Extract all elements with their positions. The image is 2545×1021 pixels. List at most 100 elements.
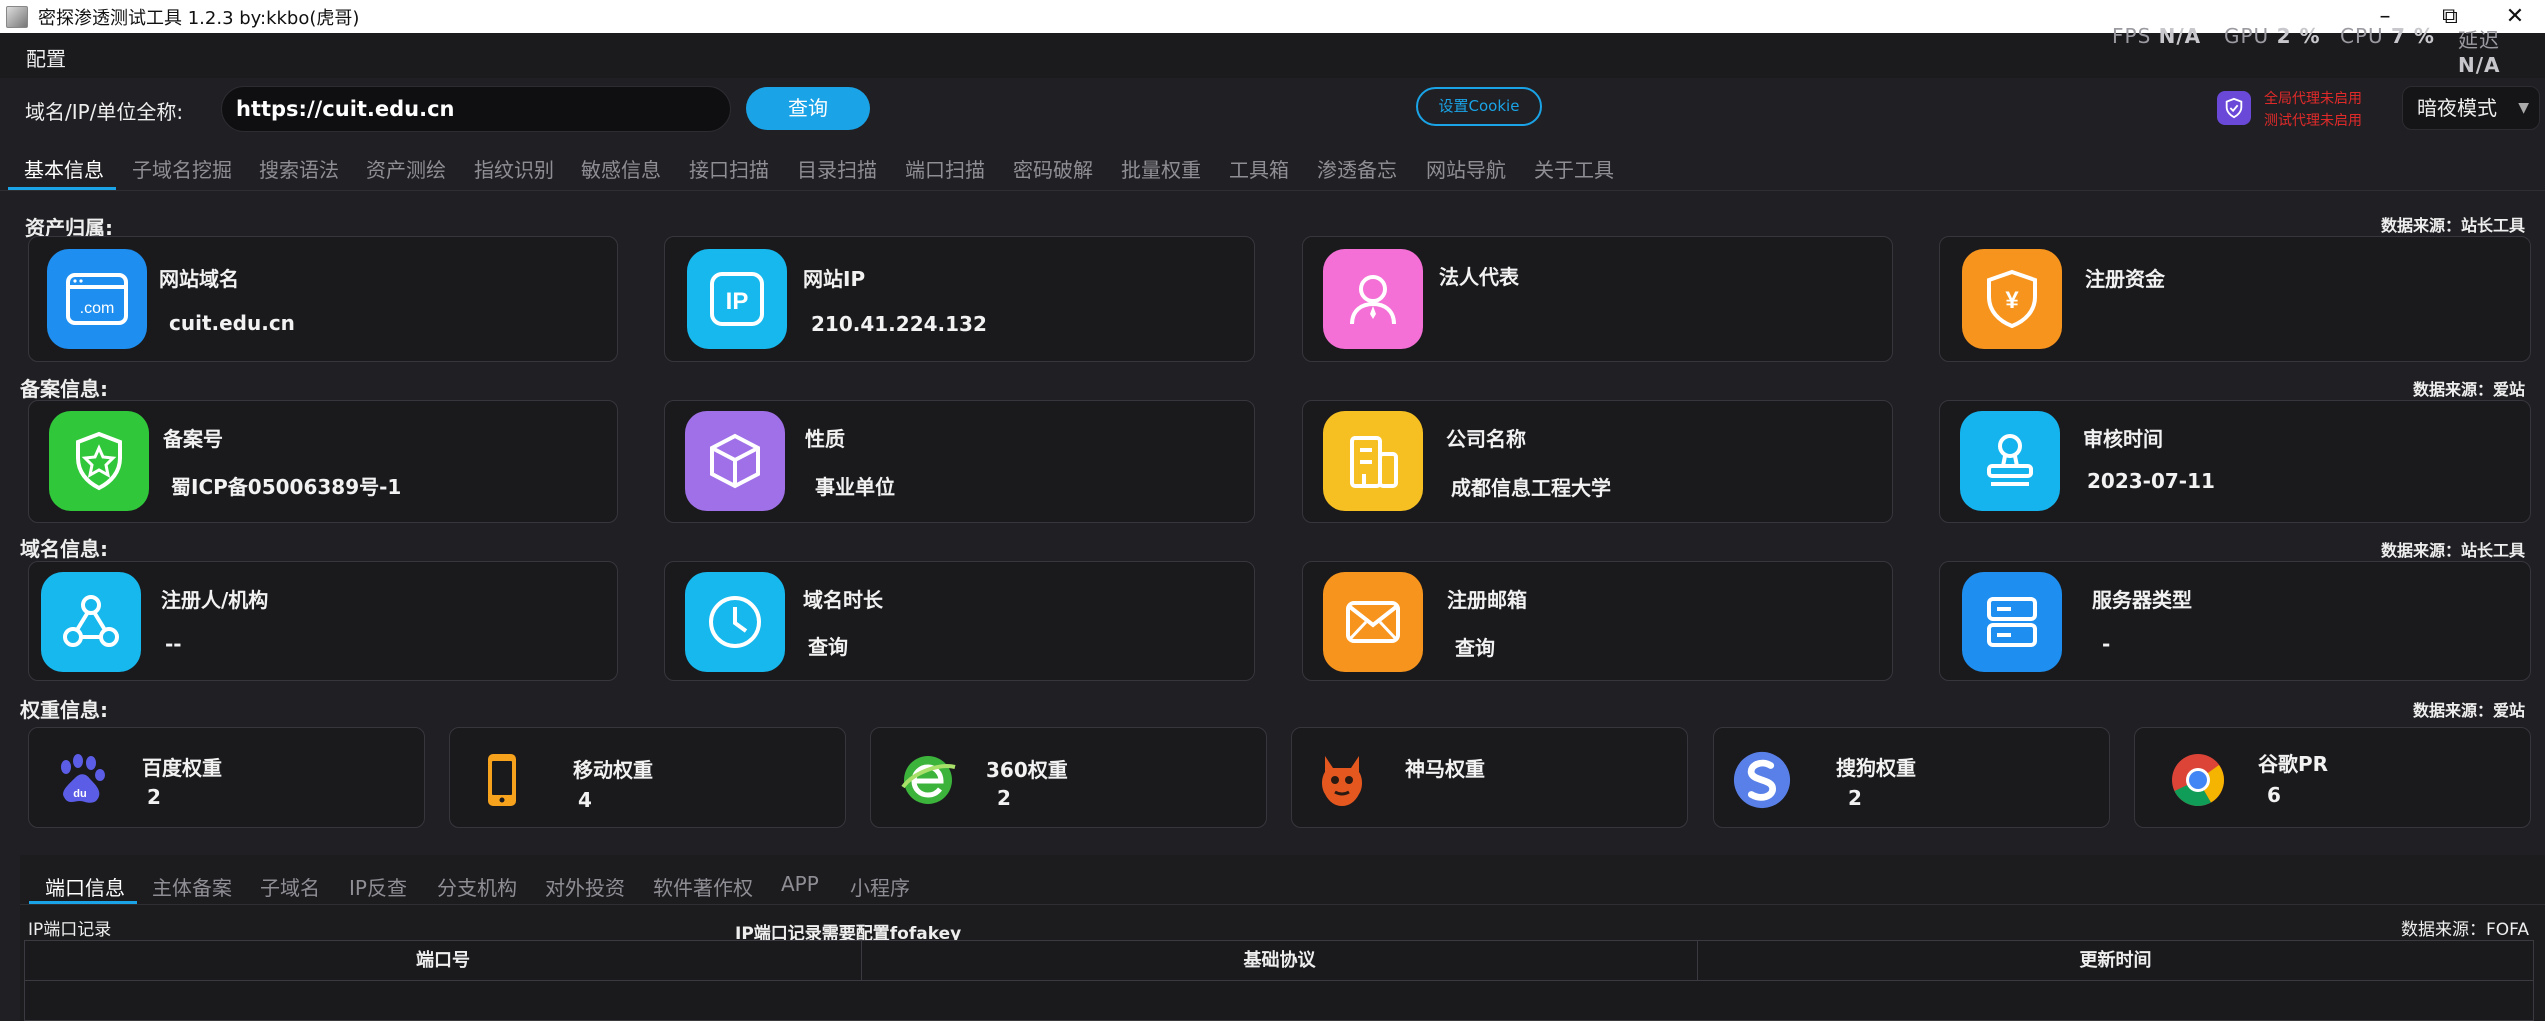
tab-asset-mapping[interactable]: 资产测绘 [366, 154, 446, 183]
tab-port-scan[interactable]: 端口扫描 [905, 154, 985, 183]
subtab-mini-program[interactable]: 小程序 [850, 872, 910, 901]
server-type-label: 服务器类型 [2092, 588, 2192, 612]
card-legal-rep: 法人代表 [1302, 236, 1893, 362]
tab-about[interactable]: 关于工具 [1534, 154, 1614, 183]
reg-capital-label: 注册资金 [2085, 267, 2165, 291]
review-time-label: 审核时间 [2083, 427, 2163, 451]
site-ip-value: 210.41.224.132 [811, 312, 987, 336]
shenma-icon [1312, 750, 1372, 810]
domain-age-label: 域名时长 [803, 588, 883, 612]
tab-basic-info[interactable]: 基本信息 [24, 154, 104, 183]
chrome-icon [2168, 750, 2228, 810]
baidu-weight-value: 2 [147, 785, 161, 809]
detail-panel: 端口信息 主体备案 子域名 IP反查 分支机构 对外投资 软件著作权 APP 小… [20, 855, 2545, 1021]
query-button[interactable]: 查询 [746, 87, 870, 130]
dotcom-icon: .com [47, 249, 147, 349]
registrant-value: -- [165, 632, 182, 656]
card-review-time: 审核时间 2023-07-11 [1939, 400, 2531, 523]
theme-mode-select[interactable]: 暗夜模式 ▼ [2402, 86, 2540, 130]
domain-section-source: 数据来源：站长工具 [2380, 541, 2525, 560]
domain-age-query-link[interactable]: 查询 [808, 631, 848, 660]
subtab-branches[interactable]: 分支机构 [437, 872, 517, 901]
weight-section-source: 数据来源：爱站 [2412, 701, 2525, 720]
main-tab-bar: 基本信息 子域名挖掘 搜索语法 资产测绘 指纹识别 敏感信息 接口扫描 目录扫描… [0, 150, 2545, 190]
card-reg-capital: ¥ 注册资金 [1939, 236, 2531, 362]
card-reg-email[interactable]: 注册邮箱 查询 [1302, 561, 1893, 681]
stamp-icon [1960, 411, 2060, 511]
port-data-source: 数据来源：FOFA [2400, 920, 2529, 940]
subtab-software-copyright[interactable]: 软件著作权 [653, 872, 753, 901]
card-icp-number: 备案号 蜀ICP备05006389号-1 [28, 400, 618, 523]
nature-value: 事业单位 [815, 475, 895, 499]
sogou-weight-label: 搜狗权重 [1836, 756, 1916, 780]
tab-batch-weight[interactable]: 批量权重 [1121, 154, 1201, 183]
subtab-investments[interactable]: 对外投资 [545, 872, 625, 901]
registrant-label: 注册人/机构 [161, 588, 269, 612]
tab-fingerprint[interactable]: 指纹识别 [474, 154, 554, 183]
tab-search-syntax[interactable]: 搜索语法 [259, 154, 339, 183]
tab-password-crack[interactable]: 密码破解 [1013, 154, 1093, 183]
tab-pentest-notes[interactable]: 渗透备忘 [1317, 154, 1397, 183]
icp-number-value: 蜀ICP备05006389号-1 [171, 475, 402, 499]
mail-icon [1323, 572, 1423, 672]
money-shield-icon: ¥ [1962, 249, 2062, 349]
chevron-down-icon: ▼ [2518, 100, 2529, 116]
tab-divider [0, 190, 2545, 191]
server-icon [1962, 572, 2062, 672]
domain-value: cuit.edu.cn [169, 311, 295, 335]
set-cookie-button[interactable]: 设置Cookie [1416, 87, 1542, 126]
fps-stat: FPS N/A [2112, 24, 2202, 48]
baidu-weight-label: 百度权重 [142, 756, 222, 780]
card-sogou-weight: 搜狗权重 2 [1713, 727, 2110, 828]
card-site-ip: IP 网站IP 210.41.224.132 [664, 236, 1255, 362]
subtab-subdomain[interactable]: 子域名 [260, 872, 320, 901]
card-domain-age[interactable]: 域名时长 查询 [664, 561, 1255, 681]
icp-number-label: 备案号 [163, 427, 223, 451]
subtab-port-info[interactable]: 端口信息 [45, 872, 125, 901]
card-baidu-weight: du 百度权重 2 [28, 727, 425, 828]
nature-label: 性质 [805, 427, 845, 451]
360-icon [898, 750, 958, 810]
card-mobile-weight: 移动权重 4 [449, 727, 846, 828]
card-company-name: 公司名称 成都信息工程大学 [1302, 400, 1893, 523]
360-weight-label: 360权重 [986, 758, 1068, 782]
cpu-stat: CPU 7 % [2340, 24, 2435, 48]
query-input[interactable]: https://cuit.edu.cn [221, 86, 731, 132]
column-header-update-time[interactable]: 更新时间 [1698, 941, 2533, 981]
person-icon [1323, 249, 1423, 349]
tab-toolbox[interactable]: 工具箱 [1229, 154, 1289, 183]
query-label: 域名/IP/单位全称: [25, 100, 184, 124]
tab-api-scan[interactable]: 接口扫描 [689, 154, 769, 183]
asset-section-source: 数据来源：站长工具 [2380, 216, 2525, 235]
reg-email-query-link[interactable]: 查询 [1455, 632, 1495, 661]
clock-icon [685, 572, 785, 672]
subtab-app[interactable]: APP [781, 872, 819, 896]
tab-subdomain[interactable]: 子域名挖掘 [132, 154, 232, 183]
tab-dir-scan[interactable]: 目录扫描 [797, 154, 877, 183]
gpu-stat: GPU 2 % [2224, 24, 2321, 48]
menu-config[interactable]: 配置 [26, 43, 66, 72]
tab-sensitive-info[interactable]: 敏感信息 [581, 154, 661, 183]
app-logo-icon [6, 5, 28, 28]
card-registrant: 注册人/机构 -- [28, 561, 618, 681]
google-pr-label: 谷歌PR [2258, 752, 2329, 776]
reg-email-label: 注册邮箱 [1447, 588, 1527, 612]
column-header-port[interactable]: 端口号 [25, 941, 862, 981]
mobile-weight-value: 4 [578, 788, 592, 812]
mobile-icon [472, 750, 532, 810]
subtab-ip-reverse[interactable]: IP反查 [349, 872, 407, 901]
svg-text:.com: .com [80, 300, 115, 317]
google-pr-value: 6 [2267, 783, 2281, 807]
svg-text:IP: IP [726, 288, 749, 315]
tab-site-nav[interactable]: 网站导航 [1426, 154, 1506, 183]
shield-star-icon [49, 411, 149, 511]
proxy-shield-icon[interactable] [2217, 91, 2251, 125]
column-header-protocol[interactable]: 基础协议 [862, 941, 1698, 981]
server-type-value: - [2102, 632, 2111, 656]
building-icon [1323, 411, 1423, 511]
global-proxy-status: 全局代理未启用 [2264, 91, 2362, 107]
org-icon [41, 572, 141, 672]
shenma-weight-label: 神马权重 [1405, 757, 1485, 781]
card-google-pr: 谷歌PR 6 [2134, 727, 2531, 828]
subtab-entity-icp[interactable]: 主体备案 [152, 872, 232, 901]
